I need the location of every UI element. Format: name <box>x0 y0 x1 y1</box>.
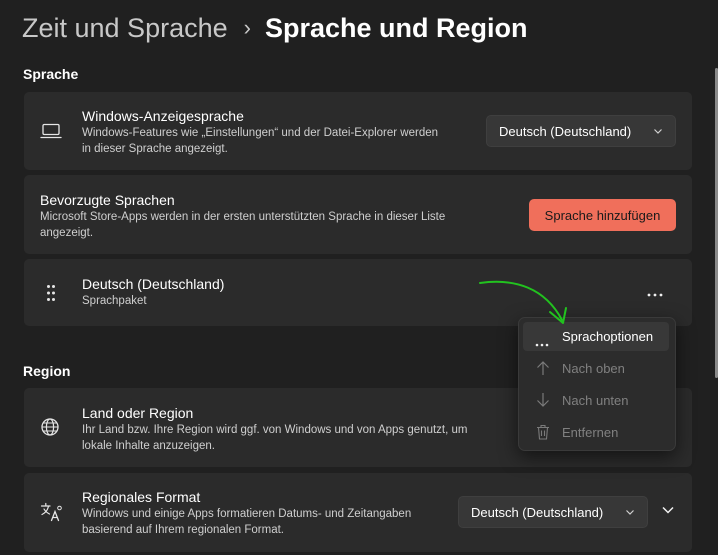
section-title-language: Sprache <box>23 66 79 82</box>
display-language-title: Windows-Anzeigesprache <box>82 108 244 124</box>
regional-format-title: Regionales Format <box>82 489 201 505</box>
menu-item-label: Nach oben <box>562 361 625 376</box>
breadcrumb: Zeit und Sprache › Sprache und Region <box>22 10 527 46</box>
preferred-languages-desc-1: Microsoft Store-Apps werden in der erste… <box>40 211 446 223</box>
display-language-selected: Deutsch (Deutschland) <box>499 123 632 139</box>
preferred-languages-title: Bevorzugte Sprachen <box>40 192 175 208</box>
language-item-sub: Sprachpaket <box>82 295 147 307</box>
breadcrumb-separator: › <box>243 15 251 40</box>
regional-format-desc-1: Windows und einige Apps formatieren Datu… <box>82 508 412 520</box>
display-language-desc-1: Windows-Features wie „Einstellungen“ und… <box>82 127 439 139</box>
chevron-down-icon <box>653 124 663 139</box>
arrow-down-icon <box>535 392 551 411</box>
country-desc-1: Ihr Land bzw. Ihre Region wird ggf. von … <box>82 424 468 436</box>
page-title: Sprache und Region <box>264 12 528 43</box>
country-title: Land oder Region <box>82 405 194 421</box>
language-list-item: Deutsch (Deutschland) Sprachpaket <box>24 259 692 326</box>
regional-format-desc-2: basierend auf Ihrem regionalen Format. <box>82 524 284 536</box>
laptop-icon <box>40 123 62 144</box>
add-language-button[interactable]: Sprache hinzufügen <box>529 199 676 231</box>
display-language-dropdown[interactable]: Deutsch (Deutschland) <box>486 115 676 147</box>
language-item-name: Deutsch (Deutschland) <box>82 276 225 292</box>
trash-icon <box>536 424 550 443</box>
regional-format-selected: Deutsch (Deutschland) <box>471 504 604 520</box>
regional-format-dropdown[interactable]: Deutsch (Deutschland) <box>458 496 648 528</box>
section-title-region: Region <box>23 363 71 379</box>
arrow-up-icon <box>535 360 551 379</box>
more-options-button[interactable] <box>640 279 670 307</box>
display-language-desc-2: in dieser Sprache angezeigt. <box>82 143 228 155</box>
globe-icon <box>40 417 60 442</box>
regional-format-card: Regionales Format Windows und einige App… <box>24 473 692 552</box>
menu-item-label: Entfernen <box>562 425 619 440</box>
display-language-card: Windows-Anzeigesprache Windows-Features … <box>24 92 692 170</box>
menu-item-move-down[interactable]: Nach unten <box>523 386 669 415</box>
menu-item-label: Nach unten <box>562 393 629 408</box>
regional-format-icon <box>40 502 62 527</box>
expand-regional-format-button[interactable] <box>656 500 680 524</box>
menu-item-remove[interactable]: Entfernen <box>523 418 669 447</box>
annotation-arrow <box>479 280 567 324</box>
menu-item-move-up[interactable]: Nach oben <box>523 354 669 383</box>
breadcrumb-parent[interactable]: Zeit und Sprache <box>22 13 228 44</box>
chevron-down-icon <box>625 505 635 520</box>
chevron-down-icon <box>661 503 675 522</box>
country-desc-2: lokale Inhalte anzuzeigen. <box>82 440 215 452</box>
more-icon <box>647 284 663 302</box>
drag-handle-icon[interactable] <box>46 284 56 307</box>
preferred-languages-desc-2: angezeigt. <box>40 227 94 239</box>
preferred-languages-card: Bevorzugte Sprachen Microsoft Store-Apps… <box>24 175 692 254</box>
